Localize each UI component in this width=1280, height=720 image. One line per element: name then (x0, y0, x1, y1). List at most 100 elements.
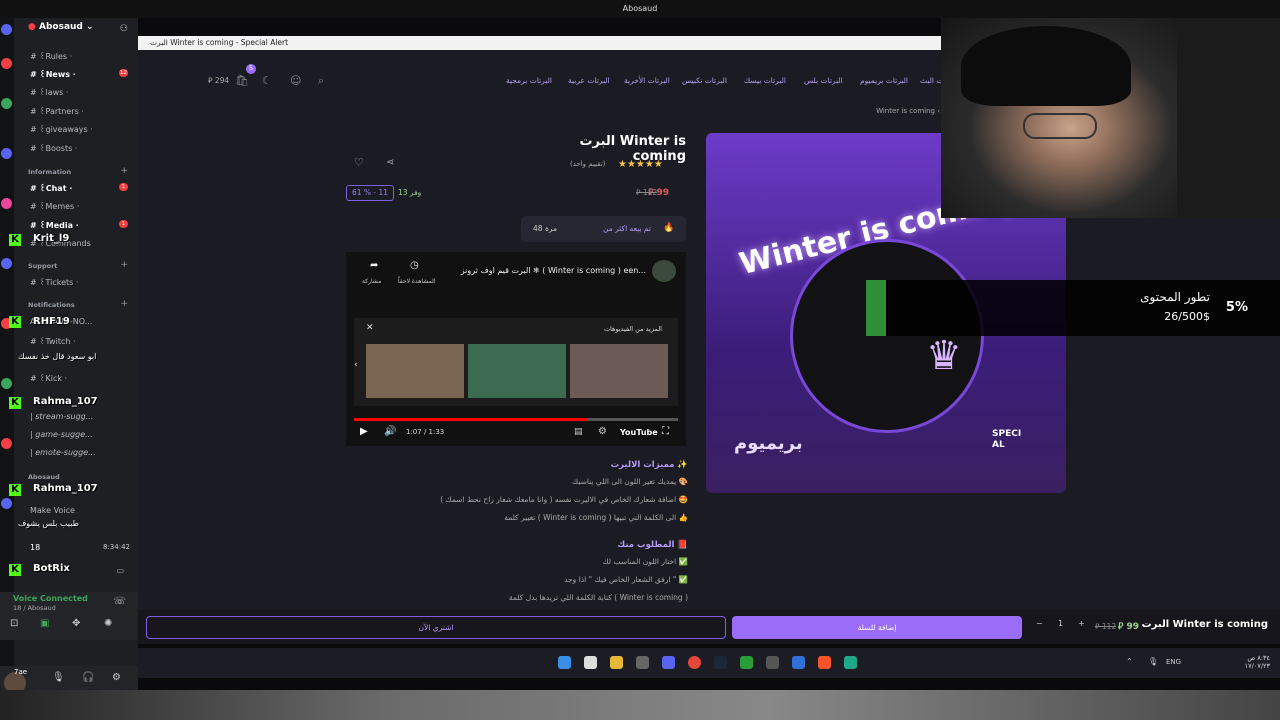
category-information[interactable]: Information (28, 168, 71, 176)
buy-now-button[interactable]: اشتري الآن (146, 616, 726, 639)
settings-gear-icon[interactable]: ⚙ (112, 672, 121, 683)
channel-news[interactable]: # ꒰News · (30, 68, 76, 79)
server-icon[interactable] (1, 198, 12, 209)
start-icon[interactable] (558, 656, 571, 669)
discord-icon[interactable] (662, 656, 675, 669)
camera-icon[interactable]: ⊡ (10, 618, 18, 629)
nav-item[interactable]: البرتات بريميوم (860, 76, 908, 85)
server-icon[interactable] (1, 258, 12, 269)
dark-mode-moon-icon[interactable]: ☾ (262, 74, 272, 87)
server-icon[interactable] (1, 58, 12, 69)
channel-media[interactable]: # ꒰Media · (30, 219, 79, 230)
scroll-left-icon[interactable]: ‹ (354, 360, 358, 370)
nav-item[interactable]: البرتات تكبيس (682, 76, 727, 85)
search-icon[interactable]: ⌕ (318, 74, 324, 88)
screen-share-icon[interactable]: ▣ (40, 618, 49, 629)
quantity-stepper[interactable]: − 1 + (1036, 619, 1088, 635)
add-member-icon[interactable]: ⚇ (120, 24, 128, 34)
nav-item[interactable]: البرتات برمجية (506, 76, 552, 85)
voice-channel-count[interactable]: 18 (30, 543, 40, 552)
video-thumbnail[interactable] (468, 344, 566, 398)
increment-button[interactable]: + (1078, 619, 1085, 628)
video-title[interactable]: البرت قيم اوف ثرونز ❄ ( Winter is coming… (461, 266, 646, 275)
video-thumbnail[interactable] (366, 344, 464, 398)
clock-icon[interactable]: ◷ (410, 260, 419, 271)
settings-gear-icon[interactable] (766, 656, 779, 669)
settings-gear-icon[interactable]: ⚙ (598, 426, 607, 437)
category-notifications[interactable]: Notifications (28, 301, 75, 309)
steam-icon[interactable] (714, 656, 727, 669)
channel-laws[interactable]: # ꒰laws · (30, 86, 68, 97)
folder-icon[interactable] (610, 656, 623, 669)
channel-boosts[interactable]: # ꒰Boosts · (30, 142, 77, 153)
app-icon[interactable] (844, 656, 857, 669)
quantity-value[interactable]: 1 (1058, 619, 1063, 628)
captions-icon[interactable]: ▤ (574, 427, 583, 437)
nav-item[interactable]: البرتات بلس (804, 76, 843, 85)
close-icon[interactable]: ✕ (366, 323, 374, 333)
keyboard-language[interactable]: ENG (1166, 658, 1181, 666)
channel-tickets[interactable]: # ꒰Tickets · (30, 276, 78, 287)
heart-icon[interactable]: ♡ (354, 156, 364, 169)
server-icon[interactable] (1, 148, 12, 159)
breadcrumb[interactable]: Winter is coming ‹ (876, 107, 940, 115)
headphones-icon[interactable]: 🎧 (82, 672, 94, 683)
store-icon[interactable] (792, 656, 805, 669)
server-icon[interactable] (1, 498, 12, 509)
add-channel-icon[interactable]: + (120, 166, 128, 176)
system-clock[interactable]: ٨:٣٤ ص ١٧/٠٧/٢٣ (1245, 654, 1270, 670)
fullscreen-icon[interactable]: ⛶ (662, 426, 669, 437)
nav-item[interactable]: البرتات بيسك (744, 76, 786, 85)
nav-item[interactable]: البرتات عربية (568, 76, 610, 85)
add-channel-icon[interactable]: + (120, 299, 128, 309)
rating-count[interactable]: (تقييم واحد) (570, 160, 605, 168)
share-icon[interactable]: ⋖ (386, 157, 394, 168)
disconnect-icon[interactable]: ☏ (113, 596, 126, 607)
calendar-icon[interactable] (584, 656, 597, 669)
youtube-logo[interactable]: YouTube (620, 428, 658, 437)
brave-icon[interactable] (818, 656, 831, 669)
channel-emote-suggestions[interactable]: | emote-sugge... (30, 448, 96, 457)
channel-stream-suggestions[interactable]: | stream-sugg... (30, 412, 93, 421)
channel-partners[interactable]: # ꒰Partners · (30, 105, 84, 116)
channel-game-suggestions[interactable]: | game-sugge... (30, 430, 93, 439)
server-name[interactable]: ● Abosaud ⌄ (28, 22, 94, 32)
voice-channel-name[interactable]: 18 / Abosaud (13, 604, 56, 612)
microphone-icon[interactable]: 🎙 (1148, 657, 1158, 666)
channel-avatar[interactable] (652, 260, 676, 282)
chrome-icon[interactable] (688, 656, 701, 669)
category-abosaud[interactable]: Abosaud (28, 473, 60, 481)
server-icon[interactable] (1, 24, 12, 35)
cart-icon[interactable]: 🛍 (235, 74, 249, 87)
play-icon[interactable]: ▶ (360, 426, 368, 437)
server-icon[interactable] (1, 378, 12, 389)
activity-icon[interactable]: ✥ (72, 618, 80, 629)
decrement-button[interactable]: − (1036, 619, 1043, 628)
volume-icon[interactable]: 🔊 (384, 426, 396, 437)
category-support[interactable]: Support (28, 262, 57, 270)
watch-later-label[interactable]: المشاهدة لاحقاً (398, 278, 436, 285)
microphone-icon[interactable]: 🎙 (52, 672, 65, 683)
user-icon[interactable]: ☺ (290, 74, 301, 87)
channel-chat[interactable]: # ꒰Chat · (30, 182, 72, 193)
soundboard-icon[interactable]: ✺ (104, 618, 112, 629)
add-channel-icon[interactable]: + (120, 260, 128, 270)
video-thumbnail[interactable] (570, 344, 668, 398)
server-icon[interactable] (1, 98, 12, 109)
browser-tab[interactable]: البرت Winter is coming - Special Alert (138, 36, 941, 50)
video-share-label[interactable]: مشاركة (362, 278, 381, 285)
nav-item[interactable]: البرتات الأخرية (624, 76, 670, 85)
channel-giveaways[interactable]: # ꒰giveaways · (30, 123, 93, 134)
obs-icon[interactable] (636, 656, 649, 669)
progress-track[interactable] (354, 418, 678, 421)
channel-make-voice[interactable]: Make Voice (30, 506, 75, 515)
tray-chevron-icon[interactable]: ⌃ (1126, 657, 1133, 666)
server-icon[interactable] (1, 438, 12, 449)
add-to-cart-button[interactable]: إضافة للسلة (732, 616, 1022, 639)
share-icon[interactable]: ➦ (370, 260, 378, 271)
xbox-icon[interactable] (740, 656, 753, 669)
channel-kick[interactable]: # ꒰Kick · (30, 372, 67, 383)
channel-twitch[interactable]: # ꒰Twitch · (30, 335, 76, 346)
channel-rules[interactable]: # ꒰Rules · (30, 50, 72, 61)
youtube-video-embed[interactable]: البرت قيم اوف ثرونز ❄ ( Winter is coming… (346, 252, 686, 446)
